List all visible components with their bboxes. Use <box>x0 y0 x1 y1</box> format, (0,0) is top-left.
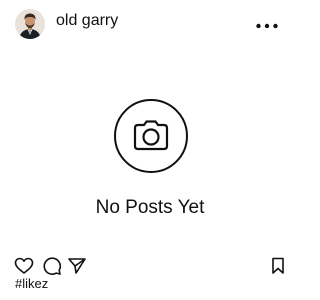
username[interactable]: old garry <box>56 11 118 31</box>
more-horizontal-icon <box>256 23 278 29</box>
post-caption: #likez <box>15 276 49 291</box>
like-button[interactable] <box>14 256 34 276</box>
share-button[interactable] <box>67 256 87 276</box>
post-actions-bar <box>0 256 300 278</box>
comment-button[interactable] <box>42 256 62 276</box>
post-media-area: No Posts Yet <box>0 46 300 250</box>
post-header: old garry <box>0 0 300 46</box>
post-card: old garry No Posts Yet #likez <box>0 0 300 300</box>
comment-icon <box>43 257 62 275</box>
no-posts-message: No Posts Yet <box>95 197 205 218</box>
camera-icon <box>114 99 188 173</box>
bookmark-icon <box>272 257 284 274</box>
send-icon <box>68 258 86 274</box>
save-button[interactable] <box>268 256 288 276</box>
heart-icon <box>14 257 34 274</box>
more-options-button[interactable] <box>254 12 280 38</box>
avatar[interactable] <box>15 9 45 39</box>
user-avatar-icon <box>15 9 45 39</box>
empty-state-camera <box>113 98 189 174</box>
